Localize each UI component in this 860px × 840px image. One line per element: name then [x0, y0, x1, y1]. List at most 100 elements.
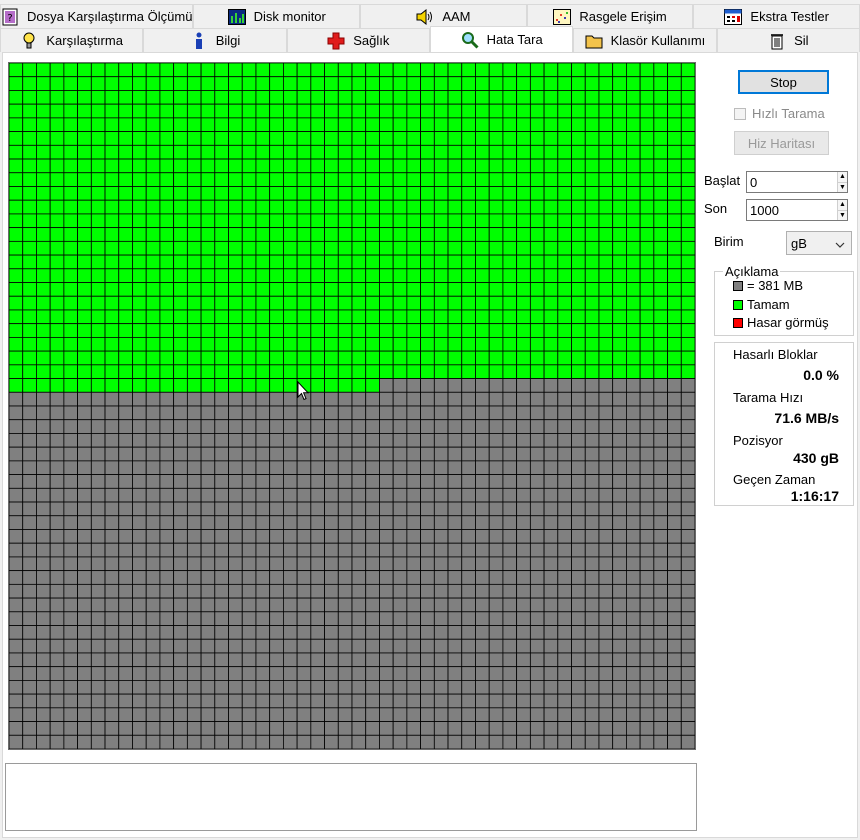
spin-up-icon[interactable]: ▲	[838, 172, 847, 183]
scan-block	[132, 734, 147, 749]
scan-block	[667, 282, 682, 297]
tab-file-benchmark[interactable]: ? Dosya Karşılaştırma Ölçümü	[0, 4, 194, 28]
scan-block	[186, 76, 202, 91]
scan-block	[461, 186, 476, 201]
scan-block	[653, 625, 668, 640]
scan-block	[22, 405, 37, 421]
start-spinbox[interactable]: ▲ ▼	[746, 171, 848, 193]
scan-block	[516, 625, 531, 640]
end-input[interactable]	[747, 200, 837, 220]
tab-disk-monitor[interactable]: Disk monitor	[193, 4, 361, 28]
spin-down-icon[interactable]: ▼	[838, 210, 847, 220]
scan-block	[118, 529, 133, 544]
tab-aam[interactable]: AAM	[360, 4, 527, 28]
scan-block	[584, 336, 600, 352]
speed-map-button[interactable]: Hiz Haritası	[734, 131, 829, 155]
scan-block	[612, 254, 627, 270]
scan-block	[228, 474, 243, 489]
scan-block	[77, 158, 92, 174]
scan-block	[584, 597, 600, 613]
scan-log-area[interactable]	[5, 763, 697, 831]
scan-block	[392, 707, 408, 722]
scan-block	[36, 570, 51, 585]
scan-block	[406, 433, 422, 448]
scan-block	[639, 652, 655, 668]
scan-block	[228, 213, 243, 229]
tab-health[interactable]: Sağlık	[286, 28, 430, 52]
scan-block	[433, 364, 449, 379]
scan-block	[324, 529, 339, 544]
tab-error-scan[interactable]: Hata Tara	[429, 26, 574, 52]
scan-block	[392, 570, 408, 585]
scan-block	[653, 597, 668, 613]
scan-block	[680, 707, 695, 722]
scan-block	[200, 556, 216, 572]
scan-block	[447, 158, 463, 174]
start-spin-buttons[interactable]: ▲ ▼	[837, 172, 847, 192]
quick-scan-checkbox-box[interactable]	[734, 107, 746, 120]
scan-block	[186, 666, 202, 681]
scan-block	[379, 131, 394, 146]
scan-block	[653, 542, 668, 558]
scan-block	[475, 131, 490, 146]
start-input[interactable]	[747, 172, 837, 192]
scan-block	[296, 240, 312, 256]
scan-block	[433, 336, 449, 352]
end-spin-buttons[interactable]: ▲ ▼	[837, 200, 847, 220]
scan-block	[543, 391, 559, 407]
scan-block	[186, 90, 202, 105]
scan-block	[118, 721, 133, 736]
scan-block	[118, 680, 133, 695]
scan-block	[406, 405, 422, 421]
scan-block	[145, 63, 161, 78]
end-spinbox[interactable]: ▲ ▼	[746, 199, 848, 221]
scan-block	[379, 158, 394, 174]
spin-down-icon[interactable]: ▼	[838, 182, 847, 192]
scan-block	[488, 460, 504, 476]
scan-block	[145, 542, 161, 558]
scan-block	[132, 638, 147, 654]
scan-block	[159, 131, 175, 146]
scan-block	[612, 625, 627, 640]
scan-block	[667, 625, 682, 640]
scan-block	[49, 487, 65, 503]
scan-block	[433, 268, 449, 283]
scan-block	[626, 693, 641, 709]
scan-block	[612, 611, 627, 626]
scan-block	[132, 625, 147, 640]
scan-block	[77, 268, 92, 283]
scan-block	[77, 556, 92, 572]
scan-block	[461, 611, 476, 626]
scan-block	[571, 405, 586, 421]
tab-random-access[interactable]: Rasgele Erişim	[526, 4, 694, 28]
scan-block	[200, 680, 216, 695]
scan-block	[337, 419, 353, 434]
stop-button[interactable]: Stop	[738, 70, 829, 94]
tab-info[interactable]: Bilgi	[143, 28, 287, 52]
quick-scan-checkbox[interactable]: Hızlı Tarama	[734, 106, 825, 121]
tab-erase[interactable]: Sil	[716, 28, 860, 52]
tab-benchmark[interactable]: Karşılaştırma	[0, 28, 144, 52]
scan-block	[173, 309, 188, 325]
scan-block	[200, 734, 216, 749]
tab-extra-tests[interactable]: Ekstra Testler	[693, 4, 860, 28]
scan-block	[571, 336, 586, 352]
scan-block	[173, 158, 188, 174]
scan-block	[433, 460, 449, 476]
scan-block	[571, 542, 586, 558]
scan-block	[296, 707, 312, 722]
scan-block	[337, 227, 353, 242]
legend-item-damaged: Hasar görmüş	[733, 315, 829, 330]
scan-block	[392, 597, 408, 613]
scan-block	[475, 433, 490, 448]
spin-up-icon[interactable]: ▲	[838, 200, 847, 211]
scan-block	[173, 570, 188, 585]
scan-block	[9, 131, 24, 146]
scan-block	[296, 103, 312, 119]
unit-select[interactable]: gB	[786, 231, 852, 255]
scan-block	[296, 501, 312, 517]
scan-block	[22, 625, 37, 640]
tab-folder-usage[interactable]: Klasör Kullanımı	[573, 28, 717, 52]
scan-block	[351, 295, 367, 311]
scan-block	[255, 144, 271, 160]
